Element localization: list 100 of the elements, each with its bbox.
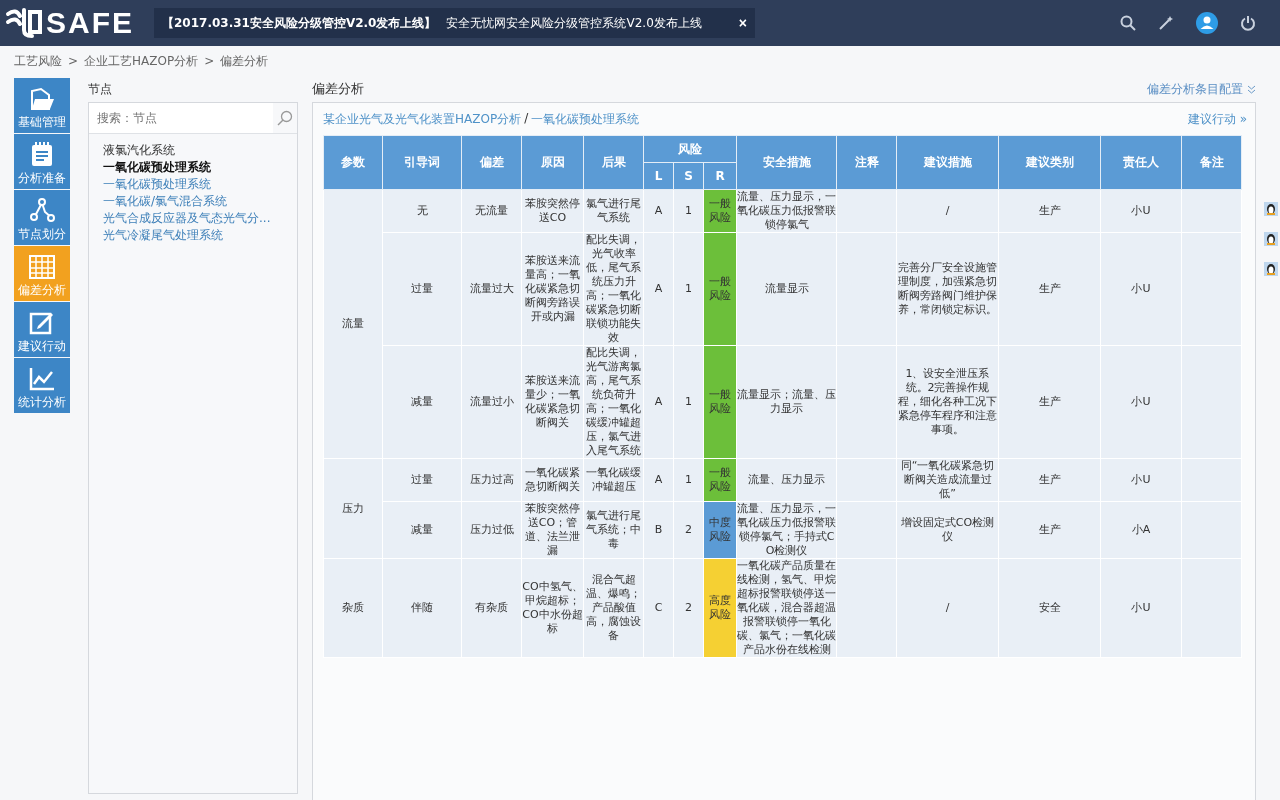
table-cell: 安全 <box>998 558 1101 658</box>
config-link[interactable]: 偏差分析条目配置 <box>1147 80 1256 98</box>
table-cell: 完善分厂安全设施管理制度，加强紧急切断阀旁路阀门维护保养，常闭锁定标识。 <box>896 232 999 346</box>
column-header: 备注 <box>1181 135 1242 190</box>
breadcrumb-link[interactable]: 偏差分析 <box>220 52 269 70</box>
tree-item[interactable]: 光气冷凝尾气处理系统 <box>103 227 297 244</box>
close-button[interactable]: × <box>738 15 747 31</box>
penguin-icon[interactable] <box>1264 202 1278 216</box>
table-cell: 2 <box>673 501 704 559</box>
table-cell: 苯胺突然停送CO；管道、法兰泄漏 <box>521 501 584 559</box>
table-cell: 配比失调，光气收率低，尾气系统压力升高；一氧化碳紧急切断联锁功能失效 <box>583 232 644 346</box>
section-title: 偏差分析 <box>312 80 364 98</box>
path-separator: / <box>524 110 529 127</box>
breadcrumb-link[interactable]: 工艺风险 <box>14 52 62 70</box>
table-cell: 伴随 <box>382 558 462 658</box>
tree-item[interactable]: 一氧化碳预处理系统 <box>103 159 297 176</box>
column-header: 建议措施 <box>896 135 999 190</box>
table-cell: / <box>896 558 999 658</box>
table-cell: A <box>643 345 674 459</box>
breadcrumb-separator: > <box>204 54 215 68</box>
project-link[interactable]: 某企业光气及光气化装置HAZOP分析 <box>323 110 522 128</box>
table-cell: 流量显示；流量、压力显示 <box>736 345 837 459</box>
table-cell: 同“一氧化碳紧急切断阀关造成流量过低” <box>896 458 999 502</box>
sidebar-item[interactable]: 统计分析 <box>14 358 70 413</box>
risk-level-cell: 一般风险 <box>703 232 737 346</box>
table-cell: 流量、压力显示 <box>736 458 837 502</box>
table-cell: 流量过大 <box>461 232 522 346</box>
search-field[interactable]: 搜索：节点 <box>89 103 273 133</box>
suggestion-link[interactable]: 建议行动 » <box>1187 110 1247 128</box>
table-cell: C <box>643 558 674 658</box>
breadcrumb-link[interactable]: 企业工艺HAZOP分析 <box>84 52 199 70</box>
table-cell: 小U <box>1100 189 1182 233</box>
sidebar-item[interactable]: 建议行动 <box>14 302 70 357</box>
node-link[interactable]: 一氧化碳预处理系统 <box>531 110 640 128</box>
table-cell: 小A <box>1100 501 1182 559</box>
column-header: 后果 <box>583 135 644 190</box>
table-cell: 过量 <box>382 458 462 502</box>
line-chart-icon <box>29 367 55 391</box>
table-cell: 过量 <box>382 232 462 346</box>
table-cell: 杂质 <box>323 558 383 658</box>
chevron-down-icon <box>1247 84 1256 94</box>
risk-level-cell: 一般风险 <box>703 345 737 459</box>
table-cell: 压力 <box>323 458 383 559</box>
table-cell: 混合气超温、爆鸣；产品酸值高，腐蚀设备 <box>583 558 644 658</box>
table-cell: 一氧化碳缓冲罐超压 <box>583 458 644 502</box>
grid-icon <box>29 255 55 279</box>
logo-icon <box>4 6 44 40</box>
table-cell: 生产 <box>998 189 1101 233</box>
penguin-icon[interactable] <box>1264 232 1278 246</box>
user-avatar-icon[interactable] <box>1196 12 1218 34</box>
table-cell: 减量 <box>382 345 462 459</box>
breadcrumb-separator: > <box>68 54 79 68</box>
table-cell: / <box>896 189 999 233</box>
column-header: 风险 <box>643 135 737 163</box>
table-cell: 小U <box>1100 558 1182 658</box>
table-cell: 小U <box>1100 458 1182 502</box>
panel-title: 节点 <box>88 81 113 98</box>
table-cell: 无 <box>382 189 462 233</box>
table-cell: A <box>643 232 674 346</box>
table-cell: 流量 <box>323 189 383 459</box>
tree-item[interactable]: 一氧化碳预处理系统 <box>103 176 297 193</box>
table-cell: 氯气进行尾气系统；中毒 <box>583 501 644 559</box>
tree-item[interactable]: 一氧化碳/氯气混合系统 <box>103 193 297 210</box>
table-cell: 流量显示 <box>736 232 837 346</box>
column-header: 注释 <box>836 135 897 190</box>
penguin-icon[interactable] <box>1264 262 1278 276</box>
table-cell: 无流量 <box>461 189 522 233</box>
tree-item[interactable]: 光气合成反应器及气态光气分... <box>103 210 297 227</box>
logo-text: SAFE <box>46 6 134 40</box>
table-cell: 生产 <box>998 458 1101 502</box>
logo[interactable]: SAFE <box>4 6 154 40</box>
table-cell: 压力过低 <box>461 501 522 559</box>
tree-item[interactable]: 液氯汽化系统 <box>103 142 297 159</box>
search-icon[interactable] <box>1120 15 1136 31</box>
sidebar-item[interactable]: 基础管理 <box>14 78 70 133</box>
table-cell: 苯胺送来流量高；一氧化碳紧急切断阀旁路误开或内漏 <box>521 232 584 346</box>
notepad-icon <box>30 141 54 167</box>
table-cell: 一氧化碳紧急切断阀关 <box>521 458 584 502</box>
column-header: 安全措施 <box>736 135 837 190</box>
wand-icon[interactable] <box>1158 15 1174 31</box>
table-cell: 生产 <box>998 501 1101 559</box>
table-cell: 流量、压力显示，一氧化碳压力低报警联锁停氯气；手持式CO检测仪 <box>736 501 837 559</box>
table-cell: 有杂质 <box>461 558 522 658</box>
table-cell: 流量过小 <box>461 345 522 459</box>
notice-text[interactable]: 安全无忧网安全风险分级管控系统V2.0发布上线 <box>446 14 729 32</box>
table-cell: 苯胺突然停送CO <box>521 189 584 233</box>
table-cell: 压力过高 <box>461 458 522 502</box>
sidebar-item[interactable]: 节点划分 <box>14 190 70 245</box>
sidebar-item[interactable]: 分析准备 <box>14 134 70 189</box>
table-cell: 小U <box>1100 345 1182 459</box>
column-header: 责任人 <box>1100 135 1182 190</box>
table-cell: CO中氢气、甲烷超标；CO中水份超标 <box>521 558 584 658</box>
column-header: 偏差 <box>461 135 522 190</box>
column-header: 建议类别 <box>998 135 1101 190</box>
notice-title[interactable]: 【2017.03.31安全风险分级管控V2.0发布上线】 <box>162 14 437 32</box>
table-cell: 配比失调，光气游离氯高，尾气系统负荷升高；一氧化碳缓冲罐超压，氯气进入尾气系统 <box>583 345 644 459</box>
table-cell: 苯胺送来流量少；一氧化碳紧急切断阀关 <box>521 345 584 459</box>
column-header: 参数 <box>323 135 383 190</box>
power-icon[interactable] <box>1240 15 1256 31</box>
table-cell: 1、设安全泄压系统。2完善操作规程，细化各种工况下紧急停车程序和注意事项。 <box>896 345 999 459</box>
